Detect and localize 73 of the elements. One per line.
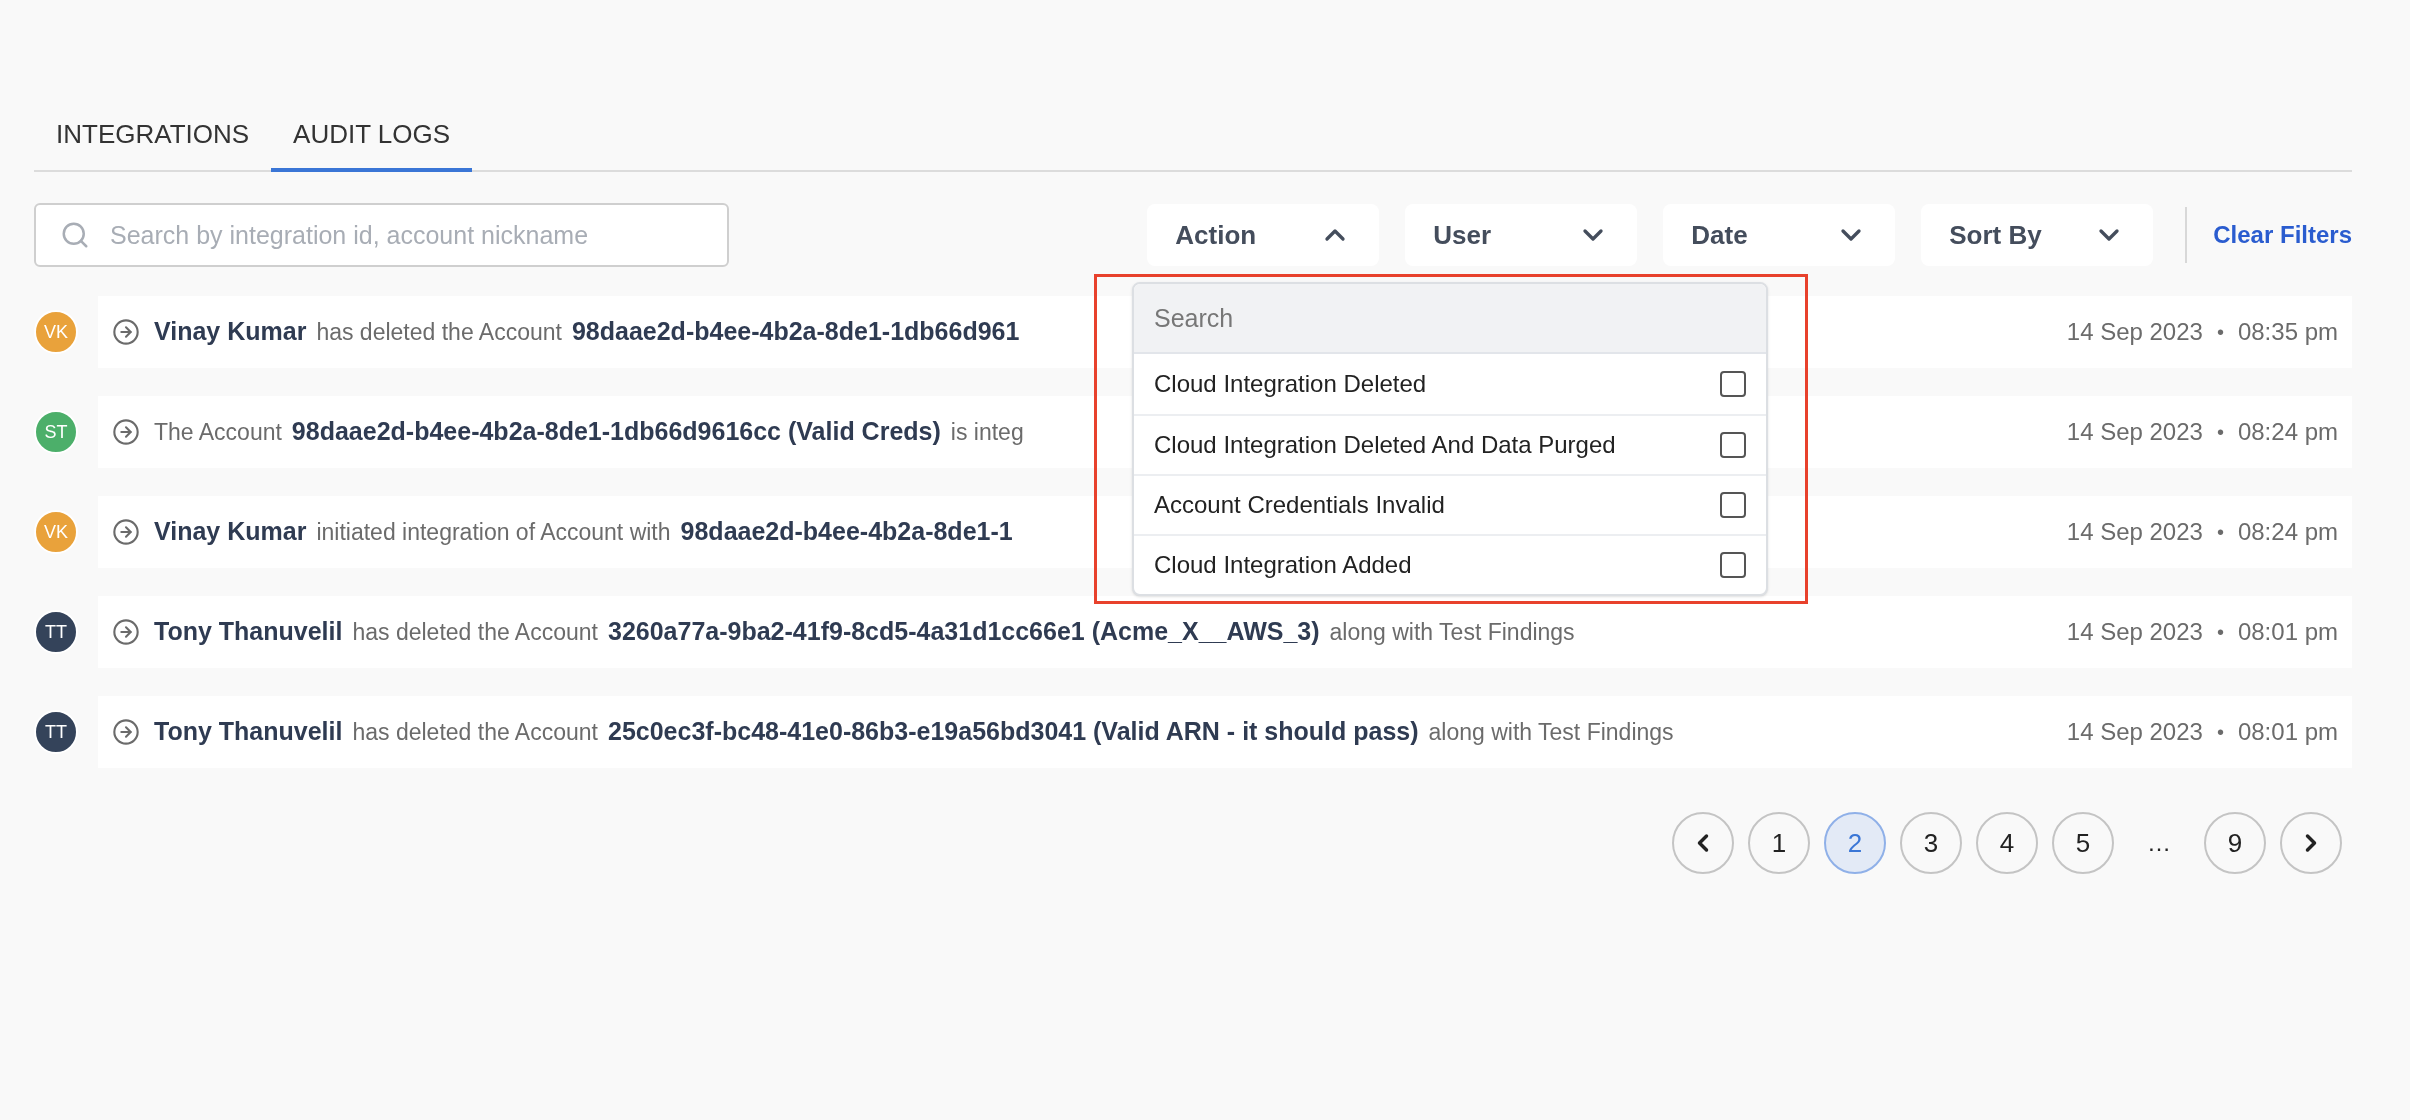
- account-id: 25c0ec3f-bc48-41e0-86b3-e19a56bd3041 (Valid ARN - it should pass): [608, 716, 1419, 748]
- checkbox[interactable]: [1720, 552, 1746, 578]
- menu-option[interactable]: Cloud Integration Added: [1134, 534, 1766, 594]
- dot-separator: •: [2216, 520, 2224, 545]
- log-date: 14 Sep 2023: [2066, 517, 2203, 547]
- dot-separator: •: [2216, 720, 2224, 745]
- page-button[interactable]: 9: [2204, 812, 2266, 874]
- user-name: Tony Thanuvelil: [154, 716, 343, 748]
- option-label: Cloud Integration Added: [1154, 550, 1412, 580]
- menu-option[interactable]: Account Credentials Invalid: [1134, 474, 1766, 534]
- log-date: 14 Sep 2023: [2066, 717, 2203, 747]
- account-id: 98daae2d-b4ee-4b2a-8de1-1db66d961: [571, 316, 1020, 348]
- page-button[interactable]: 2: [1824, 812, 1886, 874]
- arrow-circle-icon: [112, 418, 140, 446]
- arrow-circle-icon: [112, 518, 140, 546]
- clear-filters-link[interactable]: Clear Filters: [2213, 217, 2352, 253]
- filter-dropdown[interactable]: User: [1405, 204, 1638, 266]
- user-avatar: TT: [34, 610, 78, 654]
- search-field[interactable]: Search by integration id, account nickname: [34, 203, 729, 267]
- filter-dropdown[interactable]: Sort By: [1921, 204, 2154, 266]
- log-date: 14 Sep 2023: [2066, 317, 2203, 347]
- menu-option[interactable]: Cloud Integration Deleted And Data Purged: [1134, 414, 1766, 474]
- log-time: 08:01 pm: [2237, 717, 2338, 747]
- next-page-button[interactable]: [2280, 812, 2342, 874]
- log-time: 08:24 pm: [2237, 417, 2338, 447]
- user-avatar: ST: [34, 410, 78, 454]
- user-avatar: TT: [34, 710, 78, 754]
- tab[interactable]: AUDIT LOGS: [271, 100, 473, 172]
- dot-separator: •: [2216, 620, 2224, 645]
- arrow-circle-icon: [112, 318, 140, 346]
- log-text: has deleted the Account: [352, 617, 598, 647]
- log-time: 08:24 pm: [2237, 517, 2338, 547]
- page-button[interactable]: 1: [1748, 812, 1810, 874]
- filter-dropdown[interactable]: Date: [1663, 204, 1896, 266]
- filter-dropdown[interactable]: Action: [1147, 204, 1380, 266]
- log-text: is integ: [950, 417, 1024, 447]
- user-avatar: VK: [34, 310, 78, 354]
- page-button[interactable]: 4: [1976, 812, 2038, 874]
- option-label: Cloud Integration Deleted: [1154, 369, 1427, 399]
- checkbox[interactable]: [1720, 432, 1746, 458]
- menu-search-field[interactable]: Search: [1134, 284, 1766, 354]
- option-label: Account Credentials Invalid: [1154, 490, 1445, 520]
- account-id: 3260a77a-9ba2-41f9-8cd5-4a31d1cc66e1 (Acme_X__AWS_3): [608, 616, 1320, 648]
- page-button[interactable]: 3: [1900, 812, 1962, 874]
- pagination-ellipsis: …: [2146, 828, 2172, 858]
- dot-separator: •: [2216, 420, 2224, 445]
- user-name: Vinay Kumar: [154, 516, 307, 548]
- log-text: along with Test Findings: [1428, 717, 1674, 747]
- page-button[interactable]: 5: [2052, 812, 2114, 874]
- checkbox[interactable]: [1720, 371, 1746, 397]
- log-date: 14 Sep 2023: [2066, 617, 2203, 647]
- arrow-circle-icon: [112, 718, 140, 746]
- user-avatar: VK: [34, 510, 78, 554]
- log-text: has deleted the Account: [316, 317, 562, 347]
- log-time: 08:35 pm: [2237, 317, 2338, 347]
- menu-option[interactable]: Cloud Integration Deleted: [1134, 354, 1766, 414]
- account-id: 98daae2d-b4ee-4b2a-8de1-1: [680, 516, 1013, 548]
- log-date: 14 Sep 2023: [2066, 417, 2203, 447]
- previous-page-button[interactable]: [1672, 812, 1734, 874]
- user-name: Tony Thanuvelil: [154, 616, 343, 648]
- log-time: 08:01 pm: [2237, 617, 2338, 647]
- log-text: The Account: [154, 417, 282, 447]
- user-name: Vinay Kumar: [154, 316, 307, 348]
- log-text: has deleted the Account: [352, 717, 598, 747]
- search-icon: [60, 220, 90, 250]
- checkbox[interactable]: [1720, 492, 1746, 518]
- arrow-circle-icon: [112, 618, 140, 646]
- log-text: initiated integration of Account with: [316, 517, 671, 547]
- account-id: 98daae2d-b4ee-4b2a-8de1-1db66d9616cc (Valid Creds): [291, 416, 941, 448]
- tab[interactable]: INTEGRATIONS: [34, 100, 272, 172]
- option-label: Cloud Integration Deleted And Data Purged: [1154, 430, 1616, 460]
- log-text: along with Test Findings: [1329, 617, 1575, 647]
- dot-separator: •: [2216, 320, 2224, 345]
